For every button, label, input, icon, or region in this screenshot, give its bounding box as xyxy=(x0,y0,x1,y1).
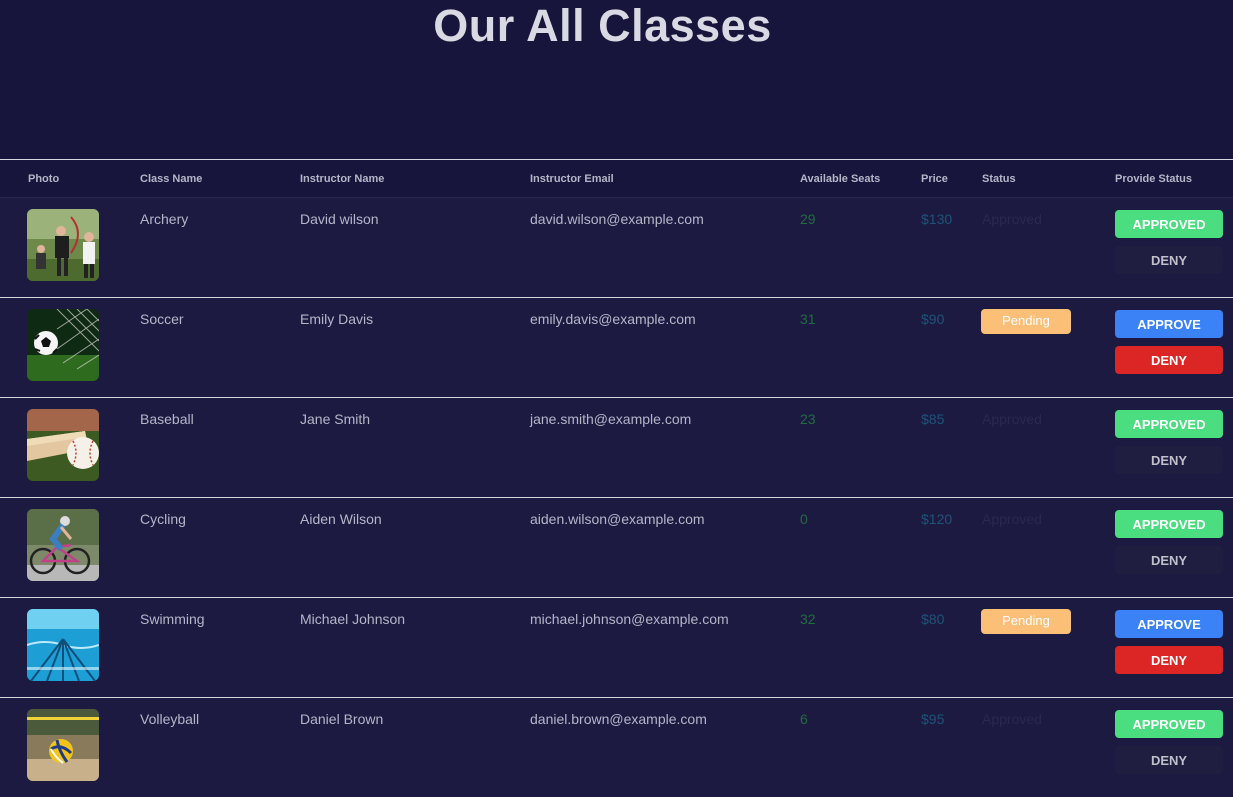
provide-status-cell: APPROVE DENY xyxy=(1105,598,1233,697)
class-name: Archery xyxy=(140,211,189,227)
class-name: Swimming xyxy=(140,611,205,627)
available-seats: 23 xyxy=(800,411,816,427)
status-text: Approved xyxy=(982,411,1042,427)
instructor-email: aiden.wilson@example.com xyxy=(530,511,705,527)
column-header-status: Status xyxy=(982,173,1016,185)
column-header-provide-status: Provide Status xyxy=(1115,173,1193,185)
table-row: Cycling Aiden Wilson aiden.wilson@exampl… xyxy=(0,497,1233,597)
class-name: Cycling xyxy=(140,511,186,527)
approved-button[interactable]: APPROVED xyxy=(1115,510,1223,538)
approved-button[interactable]: APPROVED xyxy=(1115,410,1223,438)
page-title: Our All Classes xyxy=(433,0,772,51)
instructor-email: daniel.brown@example.com xyxy=(530,711,707,727)
instructor-name: Michael Johnson xyxy=(300,611,406,627)
column-header-photo: Photo xyxy=(28,173,60,185)
instructor-name: Aiden Wilson xyxy=(300,511,382,527)
provide-status-cell: APPROVED DENY xyxy=(1105,498,1233,597)
provide-status-cell: APPROVE DENY xyxy=(1105,298,1233,397)
table-header: Photo Class Name Instructor Name Instruc… xyxy=(0,160,1233,198)
available-seats: 32 xyxy=(800,611,816,627)
deny-button[interactable]: DENY xyxy=(1115,246,1223,274)
status-text: Approved xyxy=(982,511,1042,527)
instructor-name: Daniel Brown xyxy=(300,711,384,727)
instructor-email: michael.johnson@example.com xyxy=(530,611,729,627)
table-row: Archery David wilson david.wilson@exampl… xyxy=(0,198,1233,297)
deny-button[interactable]: DENY xyxy=(1115,746,1223,774)
column-header-instructor-email: Instructor Email xyxy=(530,173,614,185)
column-header-price: Price xyxy=(921,173,948,185)
column-header-class-name: Class Name xyxy=(140,173,203,185)
instructor-name: David wilson xyxy=(300,211,379,227)
deny-button[interactable]: DENY xyxy=(1115,546,1223,574)
provide-status-cell: APPROVED DENY xyxy=(1105,398,1233,497)
available-seats: 0 xyxy=(800,511,808,527)
deny-button[interactable]: DENY xyxy=(1115,646,1223,674)
approved-button[interactable]: APPROVED xyxy=(1115,710,1223,738)
instructor-name: Jane Smith xyxy=(300,411,371,427)
status-badge: Pending xyxy=(981,609,1071,634)
status-text: Approved xyxy=(982,711,1042,727)
status-text: Approved xyxy=(982,211,1042,227)
price: $120 xyxy=(921,511,953,527)
column-header-available-seats: Available Seats xyxy=(800,173,881,185)
swimming-photo xyxy=(27,609,99,681)
class-name: Volleyball xyxy=(140,711,200,727)
status-badge: Pending xyxy=(981,309,1071,334)
archery-photo xyxy=(27,209,99,281)
available-seats: 6 xyxy=(800,711,808,727)
volleyball-photo xyxy=(27,709,99,781)
available-seats: 29 xyxy=(800,211,816,227)
deny-button[interactable]: DENY xyxy=(1115,446,1223,474)
baseball-photo xyxy=(27,409,99,481)
price: $90 xyxy=(921,311,945,327)
price: $95 xyxy=(921,711,945,727)
approve-button[interactable]: APPROVE xyxy=(1115,310,1223,338)
provide-status-cell: APPROVED DENY xyxy=(1105,698,1233,797)
classes-table: Photo Class Name Instructor Name Instruc… xyxy=(0,159,1233,797)
approved-button[interactable]: APPROVED xyxy=(1115,210,1223,238)
price: $130 xyxy=(921,211,953,227)
deny-button[interactable]: DENY xyxy=(1115,346,1223,374)
instructor-name: Emily Davis xyxy=(300,311,374,327)
price: $85 xyxy=(921,411,945,427)
soccer-photo xyxy=(27,309,99,381)
instructor-email: jane.smith@example.com xyxy=(530,411,692,427)
instructor-email: emily.davis@example.com xyxy=(530,311,696,327)
available-seats: 31 xyxy=(800,311,816,327)
cycling-photo xyxy=(27,509,99,581)
column-header-instructor-name: Instructor Name xyxy=(300,173,385,185)
instructor-email: david.wilson@example.com xyxy=(530,211,704,227)
table-row: Volleyball Daniel Brown daniel.brown@exa… xyxy=(0,697,1233,797)
table-row: Soccer Emily Davis emily.davis@example.c… xyxy=(0,297,1233,397)
table-row: Swimming Michael Johnson michael.johnson… xyxy=(0,597,1233,697)
table-row: Baseball Jane Smith jane.smith@example.c… xyxy=(0,397,1233,497)
provide-status-cell: APPROVED DENY xyxy=(1105,198,1233,297)
approve-button[interactable]: APPROVE xyxy=(1115,610,1223,638)
class-name: Soccer xyxy=(140,311,184,327)
class-name: Baseball xyxy=(140,411,194,427)
price: $80 xyxy=(921,611,945,627)
